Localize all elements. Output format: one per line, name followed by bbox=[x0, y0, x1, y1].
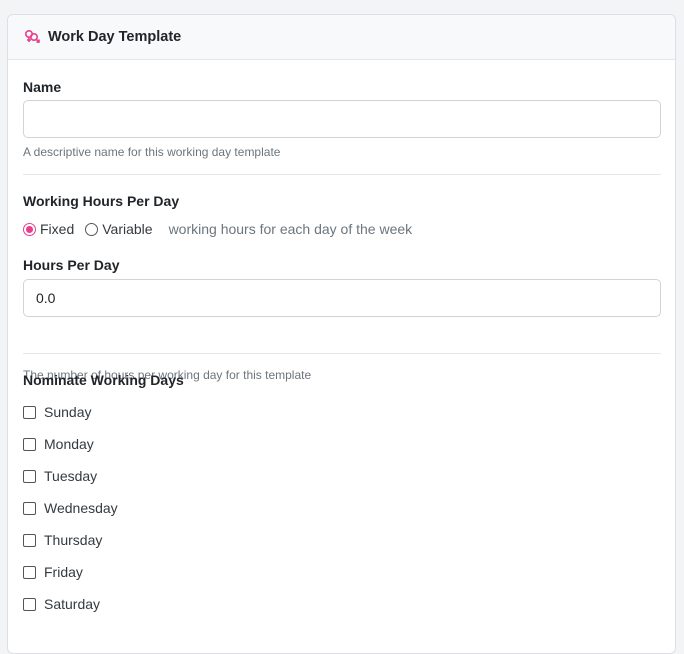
day-wednesday[interactable]: Wednesday bbox=[23, 500, 118, 516]
checkbox-saturday[interactable] bbox=[23, 597, 36, 611]
checkbox-sunday[interactable] bbox=[23, 405, 36, 419]
card-header: Work Day Template bbox=[8, 15, 675, 60]
checkbox-wednesday[interactable] bbox=[23, 501, 36, 515]
divider bbox=[23, 353, 661, 354]
day-sunday[interactable]: Sunday bbox=[23, 404, 91, 420]
day-label: Friday bbox=[44, 564, 83, 580]
radio-fixed-label: Fixed bbox=[40, 221, 75, 237]
working-hours-hint: working hours for each day of the week bbox=[168, 221, 413, 237]
name-label: Name bbox=[23, 79, 62, 95]
radio-variable[interactable]: Variable bbox=[85, 221, 153, 237]
hours-per-day-input[interactable] bbox=[23, 279, 661, 317]
divider bbox=[23, 174, 661, 175]
day-label: Thursday bbox=[44, 532, 103, 548]
working-hours-label: Working Hours Per Day bbox=[23, 193, 180, 209]
hours-per-day-label: Hours Per Day bbox=[23, 257, 120, 273]
day-label: Saturday bbox=[44, 596, 101, 612]
checkbox-tuesday[interactable] bbox=[23, 469, 36, 483]
day-saturday[interactable]: Saturday bbox=[23, 596, 100, 612]
day-label: Tuesday bbox=[44, 468, 98, 484]
day-tuesday[interactable]: Tuesday bbox=[23, 468, 97, 484]
name-input[interactable] bbox=[23, 100, 661, 138]
radio-variable-label: Variable bbox=[102, 221, 153, 237]
checkbox-monday[interactable] bbox=[23, 437, 36, 451]
day-label: Wednesday bbox=[44, 500, 118, 516]
day-label: Monday bbox=[44, 436, 94, 452]
radio-variable-control[interactable] bbox=[85, 222, 99, 236]
card-title: Work Day Template bbox=[48, 29, 182, 45]
day-label: Sunday bbox=[44, 404, 92, 420]
checkbox-thursday[interactable] bbox=[23, 533, 36, 547]
day-thursday[interactable]: Thursday bbox=[23, 532, 102, 548]
radio-fixed[interactable]: Fixed bbox=[23, 221, 74, 237]
name-help-text: A descriptive name for this working day … bbox=[23, 145, 281, 159]
day-friday[interactable]: Friday bbox=[23, 564, 83, 580]
working-days-label: Nominate Working Days bbox=[23, 372, 184, 388]
radio-fixed-control[interactable] bbox=[23, 222, 36, 236]
gender-icon bbox=[22, 27, 42, 47]
checkbox-friday[interactable] bbox=[23, 565, 36, 579]
working-hours-options: Fixed Variable working hours for each da… bbox=[23, 221, 412, 237]
day-monday[interactable]: Monday bbox=[23, 436, 94, 452]
work-day-template-card: Work Day Template Name A descriptive nam… bbox=[7, 14, 676, 654]
